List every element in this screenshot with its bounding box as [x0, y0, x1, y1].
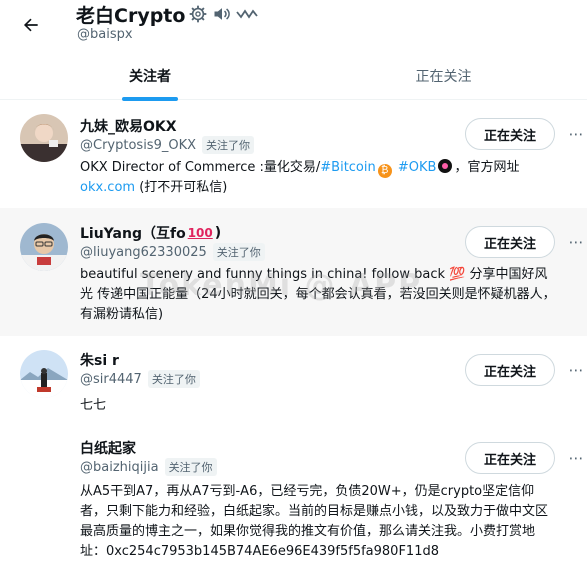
follows-you-badge: 关注了你 — [164, 458, 217, 476]
hashtag-bitcoin[interactable]: #Bitcoin — [320, 160, 375, 175]
following-button[interactable]: 正在关注 — [465, 354, 555, 386]
bio-link[interactable]: okx.com — [80, 180, 135, 195]
user-bio: 从A5干到A7，再从A7亏到-A6，已经亏完，负债20W+，仍是crypto坚定… — [80, 484, 549, 559]
bitcoin-icon: ₿ — [377, 164, 392, 178]
user-row[interactable]: 朱si r @sir4447 关注了你 七七 正在关注 ⋯ — [0, 340, 587, 424]
more-icon[interactable]: ⋯ — [565, 360, 587, 380]
speaker-icon — [214, 8, 231, 20]
hashtag-okb[interactable]: #OKB — [398, 160, 437, 175]
gear-icon — [190, 5, 207, 23]
user-handle-line: @liuyang62330025 关注了你 — [80, 243, 265, 261]
tab-bar: 关注者 正在关注 — [0, 52, 587, 100]
tab-followers[interactable]: 关注者 — [0, 52, 300, 100]
follows-you-badge: 关注了你 — [202, 136, 255, 154]
hundred-icon: 100 — [187, 226, 213, 240]
user-handle: @sir4447 — [80, 371, 142, 387]
more-icon[interactable]: ⋯ — [565, 232, 587, 252]
bio-text: OKX Director of Commerce :量化交易/ — [80, 160, 321, 175]
wave-icon — [236, 9, 259, 19]
profile-header: 老白Crypto @baispx — [0, 0, 587, 52]
user-bio: beautiful scenery and funny things in ch… — [80, 267, 556, 322]
following-button[interactable]: 正在关注 — [465, 442, 555, 474]
avatar[interactable] — [20, 350, 68, 398]
user-name-text: LiuYang（互fo — [80, 226, 186, 242]
user-bio: 七七 — [80, 398, 107, 413]
bio-text: (打不开可私信) — [135, 180, 228, 195]
arrow-left-icon — [23, 18, 38, 32]
user-name[interactable]: LiuYang（互fo 100 ) — [80, 223, 221, 243]
user-handle: @baizhiqijia — [80, 459, 159, 475]
okb-icon — [438, 159, 453, 173]
user-row[interactable]: 白纸起家 @baizhiqijia 关注了你 从A5干到A7，再从A7亏到-A6… — [0, 428, 587, 563]
user-row[interactable]: LiuYang（互fo 100 ) @liuyang62330025 关注了你 … — [0, 208, 587, 336]
user-name-end: ) — [214, 225, 222, 241]
user-name[interactable]: 九妹_欧易OKX — [80, 116, 177, 136]
user-handle-line: @Cryptosis9_OKX 关注了你 — [80, 136, 255, 154]
user-name[interactable]: 白纸起家 — [80, 438, 136, 458]
back-button[interactable] — [14, 8, 48, 42]
user-bio: OKX Director of Commerce :量化交易/#Bitcoin ₿… — [80, 158, 558, 198]
user-name[interactable]: 朱si r — [80, 350, 119, 370]
user-handle-line: @sir4447 关注了你 — [80, 370, 200, 388]
more-icon[interactable]: ⋯ — [565, 448, 587, 468]
following-button[interactable]: 正在关注 — [465, 118, 555, 150]
avatar[interactable] — [20, 223, 68, 271]
profile-handle: @baispx — [77, 27, 133, 42]
bio-text: ，官方网址 — [454, 160, 520, 175]
more-icon[interactable]: ⋯ — [565, 124, 587, 144]
profile-name: 老白Crypto — [76, 4, 186, 27]
follows-you-badge: 关注了你 — [147, 370, 200, 388]
user-handle: @liuyang62330025 — [80, 244, 207, 260]
tab-following[interactable]: 正在关注 — [300, 52, 587, 100]
user-row[interactable]: 九妹_欧易OKX @Cryptosis9_OKX 关注了你 OKX Direct… — [0, 101, 587, 205]
follows-you-badge: 关注了你 — [212, 243, 265, 261]
profile-title: 老白Crypto — [76, 2, 260, 27]
following-button[interactable]: 正在关注 — [465, 226, 555, 258]
user-handle-line: @baizhiqijia 关注了你 — [80, 458, 217, 476]
user-handle: @Cryptosis9_OKX — [80, 137, 197, 153]
avatar[interactable] — [20, 114, 68, 162]
